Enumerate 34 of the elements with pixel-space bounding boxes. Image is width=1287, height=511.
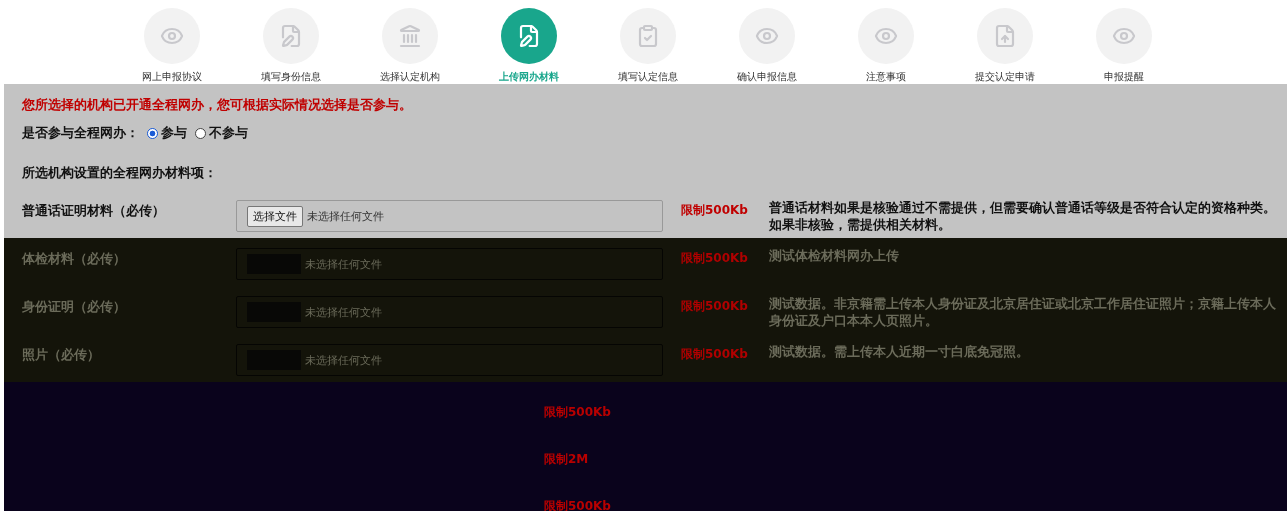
material-label: 普通话证明材料（必传） <box>22 202 166 220</box>
file-input[interactable]: 选择文件 未选择任何文件 <box>236 200 663 232</box>
size-limit: 限制2M <box>544 451 590 468</box>
material-note: 测试数据。需上传本人近期一寸白底免冠照。 <box>769 344 1030 361</box>
step-label: 注意事项 <box>865 70 906 84</box>
step-label: 确认申报信息 <box>736 70 797 84</box>
size-limit: 限制500Kb <box>680 298 749 315</box>
section-title: 所选机构设置的全程网办材料项： <box>22 164 218 182</box>
step-label: 申报提醒 <box>1103 70 1144 84</box>
material-label: 身份证明（必传） <box>22 298 127 316</box>
material-note: 测试数据。非京籍需上传本人身份证及北京居住证或北京工作居住证照片；京籍上传本人身份证及户口本本人页照片。 <box>769 296 1277 330</box>
file-input[interactable]: 未选择任何文件 <box>236 248 663 280</box>
size-limit: 限制500Kb <box>680 250 749 267</box>
material-label: 体检材料（必传） <box>22 250 127 268</box>
step-label: 提交认定申请 <box>974 70 1035 84</box>
step-label: 网上申报协议 <box>141 70 202 84</box>
file-input[interactable]: 未选择任何文件 <box>236 296 663 328</box>
choose-file-button[interactable]: 选择文件 <box>247 205 303 227</box>
step-label: 选择认定机构 <box>379 70 440 84</box>
size-limit: 限制500Kb <box>544 404 612 421</box>
material-note: 普通话材料如果是核验通过不需提供，但需要确认普通话等级是否符合认定的资格种类。如果非核验，需提供相关材料。 <box>769 200 1277 234</box>
step-label: 上传网办材料 <box>498 70 559 84</box>
bank-icon <box>397 24 422 48</box>
material-note: 测试体检材料网办上传 <box>769 248 900 265</box>
radio-option[interactable]: 不参与 <box>195 124 248 142</box>
notice-text: 您所选择的机构已开通全程网办，您可根据实际情况选择是否参与。 <box>22 96 413 114</box>
size-limit: 限制500Kb <box>680 346 749 363</box>
participate-label: 是否参与全程网办： <box>22 124 139 142</box>
file-input[interactable]: 未选择任何文件 <box>236 344 663 376</box>
step-label: 填写认定信息 <box>617 70 678 84</box>
size-limit: 限制500Kb <box>680 202 749 219</box>
material-label: 照片（必传） <box>22 346 101 364</box>
radio-option[interactable]: 参与 <box>147 124 187 142</box>
step-label: 填写身份信息 <box>260 70 321 84</box>
